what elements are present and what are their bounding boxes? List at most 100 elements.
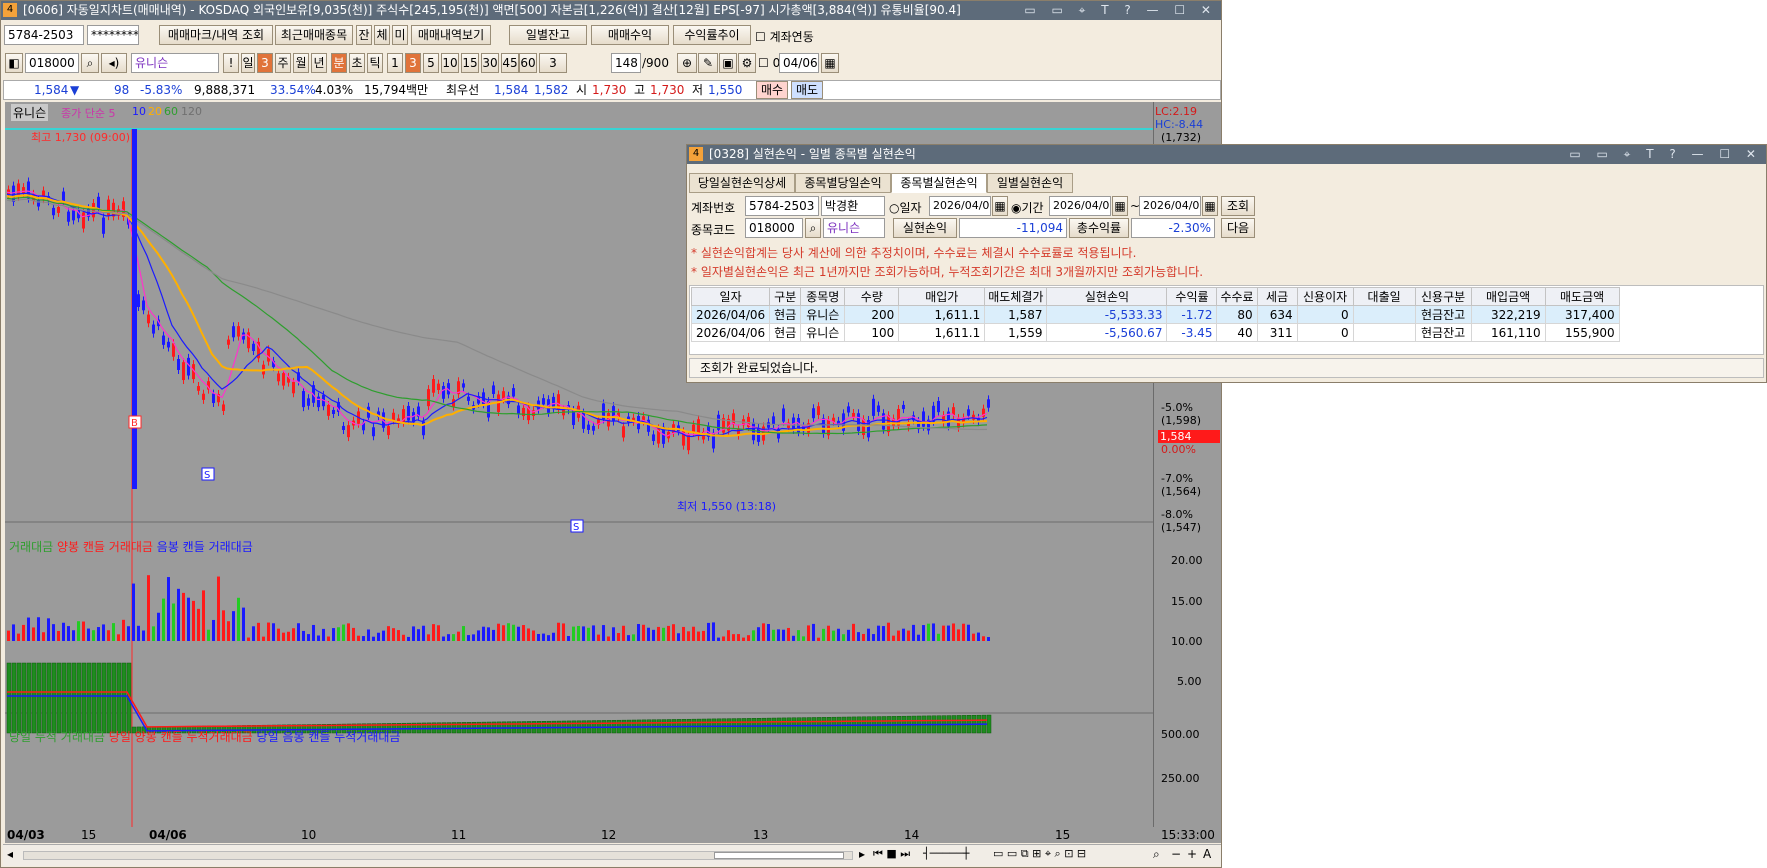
volume-bar (277, 628, 280, 641)
table-cell: 1,587 (984, 305, 1048, 324)
account-select[interactable]: 5784-2503 (4, 25, 84, 45)
column-header[interactable]: 대출일 (1352, 287, 1416, 306)
zero-checkbox[interactable]: ☐ 0 (758, 56, 780, 70)
play-controls[interactable]: ⏮ ■ ⏭ (873, 847, 910, 861)
trade-mark-button[interactable]: 매매마크/내역 조회 (159, 25, 273, 45)
stock-code-input[interactable]: 018000 (25, 53, 79, 73)
scrollbar-track[interactable] (23, 851, 853, 860)
column-header[interactable]: 구분 (769, 287, 802, 306)
search-icon[interactable]: ⌕ (81, 53, 99, 73)
volume-bar (507, 623, 510, 641)
search-icon[interactable]: ⌕ (805, 218, 821, 238)
period-button[interactable]: 1 (387, 53, 403, 73)
sell-button[interactable]: 매도 (791, 81, 823, 99)
dialog-code-input[interactable]: 018000 (745, 218, 803, 238)
period-button[interactable]: 5 (423, 53, 439, 73)
calendar-icon[interactable]: ▦ (992, 196, 1008, 216)
link-checkbox[interactable]: ☐ 계좌연동 (755, 28, 814, 45)
save-icon[interactable]: ▣ (719, 53, 737, 73)
daily-balance-button[interactable]: 일별잔고 (509, 25, 587, 45)
date-field[interactable]: 04/06 (779, 53, 819, 73)
column-header[interactable]: 수익률 (1166, 287, 1218, 306)
trade-history-button[interactable]: 매매내역보기 (411, 25, 491, 45)
minus-icon[interactable]: − (1171, 847, 1181, 861)
period-button[interactable]: 3 (257, 53, 273, 73)
period-button[interactable]: 15 (461, 53, 479, 73)
dialog-account-select[interactable]: 5784-2503 (745, 196, 819, 216)
period-button[interactable]: 주 (275, 53, 291, 73)
next-button[interactable]: 다음 (1221, 218, 1255, 238)
column-header[interactable]: 종목명 (800, 287, 846, 306)
period-button[interactable]: 30 (481, 53, 499, 73)
radio-day[interactable]: ○일자 (889, 199, 922, 216)
mi-button[interactable]: 미 (392, 25, 408, 45)
column-header[interactable]: 매입금액 (1470, 287, 1546, 306)
gear-icon[interactable]: ⚙ (738, 53, 756, 73)
period-button[interactable]: 초 (349, 53, 365, 73)
period-button[interactable]: 일 (241, 53, 255, 73)
view-tools[interactable]: ▭ ▭ ⧉ ⊞ ⌖ ⌕ ⊡ ⊟ (993, 847, 1086, 861)
column-header[interactable]: 매입가 (898, 287, 986, 306)
che-button[interactable]: 체 (374, 25, 390, 45)
window-controls[interactable]: ▭ ▭ ⌖ T ? — ☐ ✕ (1024, 1, 1217, 20)
window-icon[interactable]: ◧ (5, 53, 23, 73)
calendar-icon[interactable]: ▦ (1202, 196, 1218, 216)
period-button[interactable]: 60 (519, 53, 537, 73)
jan-button[interactable]: 잔 (356, 25, 372, 45)
column-header[interactable]: 일자 (690, 287, 771, 306)
to-date-field[interactable]: 2026/04/06 (1139, 196, 1201, 216)
period-button[interactable]: 월 (293, 53, 309, 73)
recent-trades-button[interactable]: 최근매매종목 (275, 25, 353, 45)
scrollbar-thumb[interactable] (714, 852, 844, 859)
font-size-icon[interactable]: A (1203, 847, 1211, 861)
column-header[interactable]: 매도체결가 (984, 287, 1048, 306)
tab-stock-realized[interactable]: 종목별실현손익 (891, 173, 987, 193)
profit-trend-button[interactable]: 수익률추이 (673, 25, 751, 45)
search-button[interactable]: 조회 (1221, 196, 1255, 216)
zoom-out-icon[interactable]: ⌕ (1153, 847, 1160, 862)
compare-icon[interactable]: ⊕ (677, 53, 697, 73)
table-row[interactable]: 2026/04/06 현금 유니슨 100 1,611.1 1,559 -5,560.67-… (690, 323, 1620, 342)
draw-icon[interactable]: ✎ (698, 53, 718, 73)
trade-profit-button[interactable]: 매매수익 (591, 25, 669, 45)
tab-daily-realized[interactable]: 일별실현손익 (987, 173, 1073, 193)
period-button[interactable]: 45 (501, 53, 519, 73)
zoom-slider[interactable]: ┤─────┼ (923, 847, 969, 860)
calendar-icon[interactable]: ▦ (1112, 196, 1128, 216)
scroll-right-icon[interactable]: ▸ (859, 847, 865, 861)
password-field[interactable]: ******** (87, 25, 139, 45)
period-button[interactable]: 3 (405, 53, 421, 73)
period-button[interactable]: 분 (331, 53, 347, 73)
day-field[interactable]: 2026/04/06 (929, 196, 991, 216)
volume-bar (22, 624, 25, 641)
scroll-left-icon[interactable]: ◂ (7, 847, 13, 861)
buy-button[interactable]: 매수 (756, 81, 788, 99)
dialog-window-controls[interactable]: ▭ ▭ ⌖ T ? — ☐ ✕ (1569, 145, 1762, 164)
period-button[interactable]: 3 (539, 53, 567, 73)
column-header[interactable]: 수량 (844, 287, 900, 306)
column-header[interactable]: 세금 (1256, 287, 1298, 306)
alert-icon[interactable]: ! (223, 53, 239, 73)
from-date-field[interactable]: 2026/04/06 (1049, 196, 1111, 216)
column-header[interactable]: 신용구분 (1414, 287, 1472, 306)
table-row[interactable]: 2026/04/06 현금 유니슨 200 1,611.1 1,587 -5,533.33-… (690, 305, 1620, 324)
volume-bar (387, 626, 390, 641)
column-header[interactable]: 수수료 (1216, 287, 1258, 306)
period-button[interactable]: 년 (311, 53, 327, 73)
period-button[interactable]: 틱 (367, 53, 383, 73)
column-header[interactable]: 매도금액 (1544, 287, 1620, 306)
stock-name-field[interactable]: 유니슨 (131, 53, 219, 73)
speaker-icon[interactable]: ◂) (101, 53, 127, 73)
period-button[interactable]: 10 (441, 53, 459, 73)
column-header[interactable]: 신용이자 (1296, 287, 1354, 306)
chart-window-titlebar[interactable]: 4 [0606] 자동일지차트(매매내역) - KOSDAQ 외국인보유[9,0… (1, 1, 1221, 20)
tab-stock-daily[interactable]: 종목별당일손익 (795, 173, 891, 193)
dialog-titlebar[interactable]: 4 [0328] 실현손익 - 일별 종목별 실현손익 ▭ ▭ ⌖ T ? — … (687, 145, 1766, 164)
radio-period[interactable]: ◉기간 (1011, 199, 1044, 216)
bar-count-field[interactable]: 148 (611, 53, 641, 73)
tab-daily-detail[interactable]: 당일실현손익상세 (689, 173, 795, 193)
calendar-icon[interactable]: ▦ (821, 53, 839, 73)
plus-icon[interactable]: + (1187, 847, 1197, 861)
lc-label: LC:2.19 (1155, 105, 1198, 118)
column-header[interactable]: 실현손익 (1046, 287, 1168, 306)
